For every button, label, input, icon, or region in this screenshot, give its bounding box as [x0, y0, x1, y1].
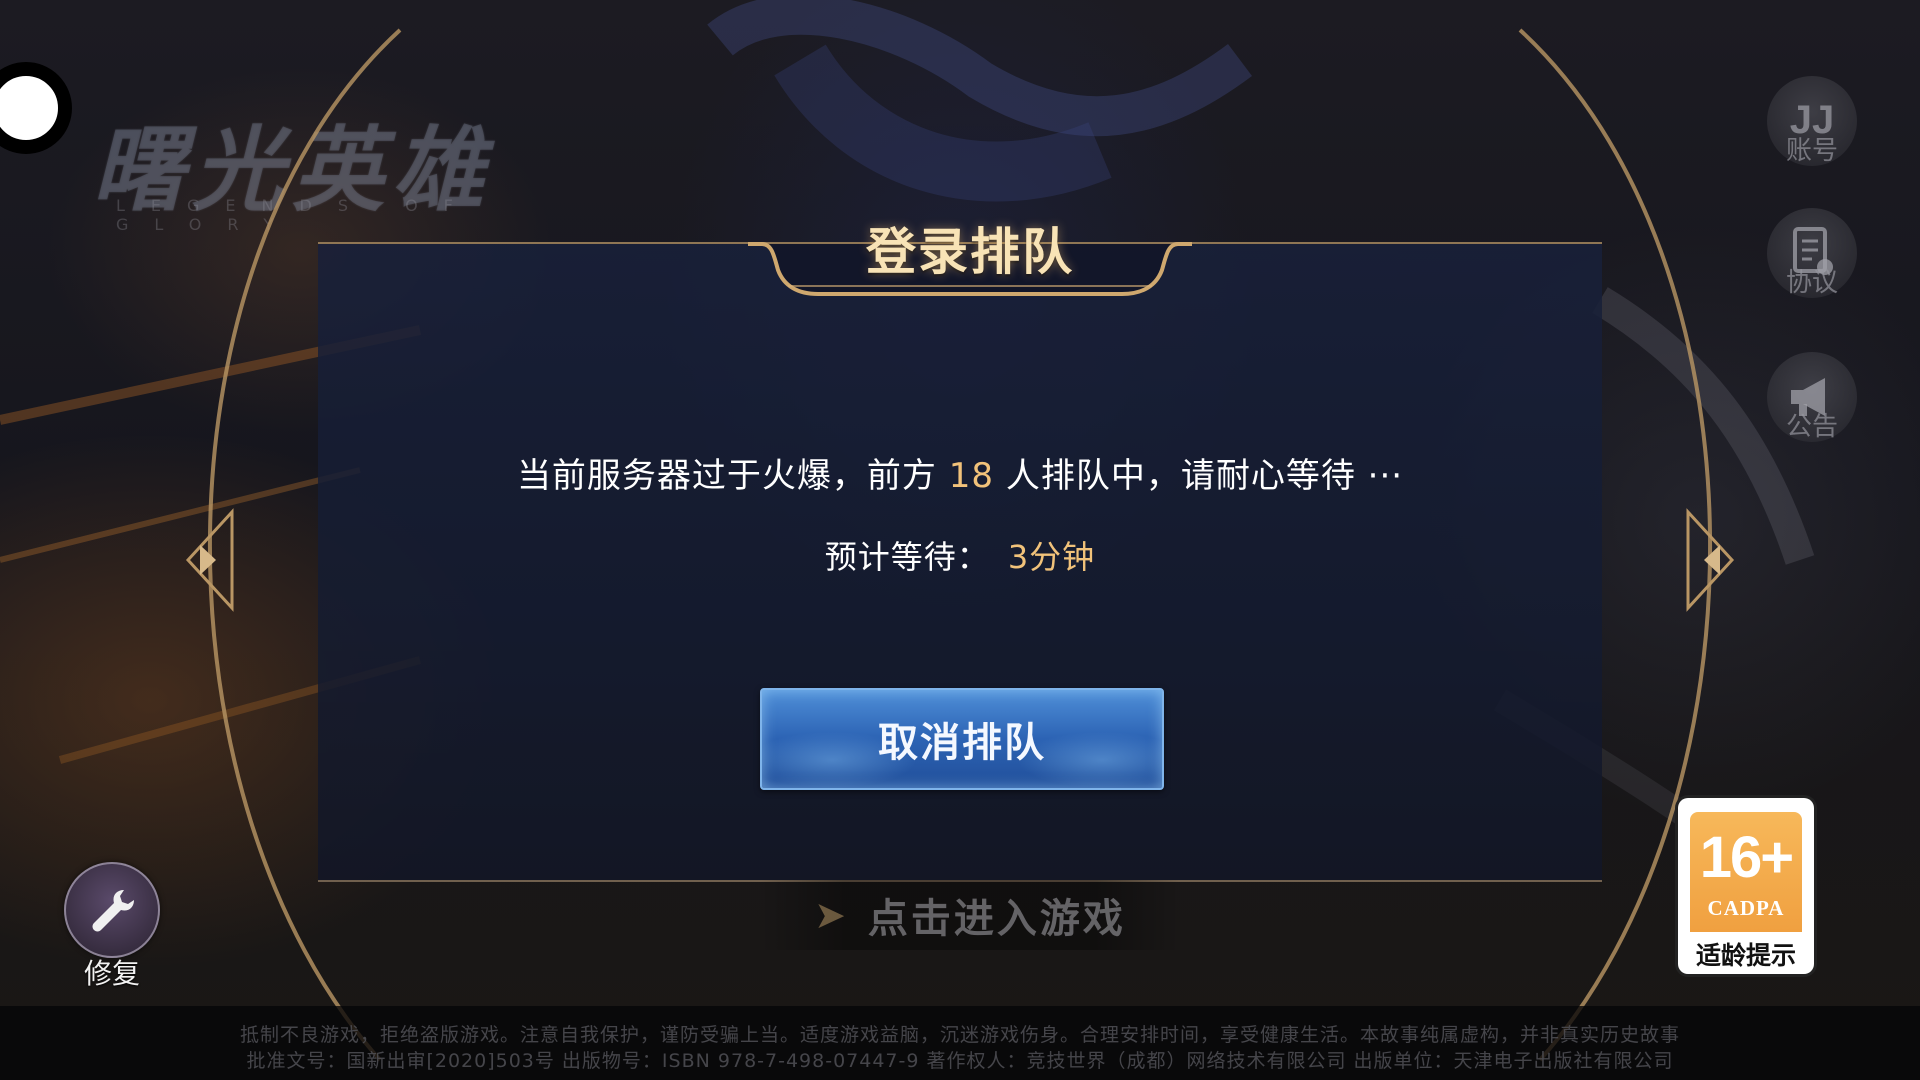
agreement-label: 协议 [1785, 268, 1838, 298]
age-rating-org: CADPA [1707, 896, 1785, 920]
eta-label: 预计等待： [824, 538, 990, 576]
wrench-icon [64, 862, 160, 958]
estimated-wait: 预计等待： 3分钟 [320, 532, 1600, 578]
agreement-button[interactable]: 协议 [1764, 208, 1860, 299]
eta-value: 3分钟 [1007, 538, 1096, 576]
dialog-title: 登录排队 [866, 223, 1074, 281]
enter-game-button[interactable]: ➤ 点击进入游戏 [760, 880, 1180, 950]
repair-label: 修复 [83, 957, 140, 990]
age-rating-badge[interactable]: 16+ CADPA 适龄提示 [1678, 798, 1814, 974]
logo-subtitle: LEGENDS OF GLORY [116, 196, 479, 234]
age-rating-number: 16+ [1699, 825, 1794, 890]
dialog-title-plate: 登录排队 [748, 200, 1192, 296]
queue-message: 当前服务器过于火爆，前方 18 人排队中，请耐心等待 ··· [320, 448, 1600, 497]
account-label: 账号 [1785, 136, 1838, 166]
game-logo: 曙光英雄 LEGENDS OF GLORY [92, 96, 612, 234]
arrow-right-icon: ➤ [814, 893, 846, 937]
footer-health-notice: 抵制不良游戏，拒绝盗版游戏。注意自我保护，谨防受骗上当。适度游戏益脑，沉迷游戏伤… [239, 1024, 1680, 1046]
queue-message-prefix: 当前服务器过于火爆，前方 [516, 456, 949, 496]
repair-button[interactable]: 修复 [64, 862, 160, 992]
game-screen: 曙光英雄 LEGENDS OF GLORY 登录排队 当前服务器过于火爆，前方 … [0, 0, 1920, 1080]
legal-footer: 抵制不良游戏，拒绝盗版游戏。注意自我保护，谨防受骗上当。适度游戏益脑，沉迷游戏伤… [0, 1006, 1920, 1080]
account-button[interactable]: JJ 账号 [1764, 76, 1860, 167]
queue-count: 18 [948, 456, 995, 496]
queue-message-suffix: 人排队中，请耐心等待 ··· [994, 456, 1404, 496]
cancel-queue-button[interactable]: 取消排队 [760, 688, 1164, 790]
announcement-label: 公告 [1785, 412, 1838, 442]
age-rating-tip: 适龄提示 [1695, 941, 1796, 970]
announcement-button[interactable]: 公告 [1764, 352, 1860, 443]
age-rating-panel: 16+ CADPA [1690, 812, 1802, 932]
footer-publication-info: 批准文号：国新出审[2020]503号 出版物号：ISBN 978-7-498-… [246, 1050, 1674, 1072]
enter-game-label: 点击进入游戏 [867, 896, 1126, 942]
